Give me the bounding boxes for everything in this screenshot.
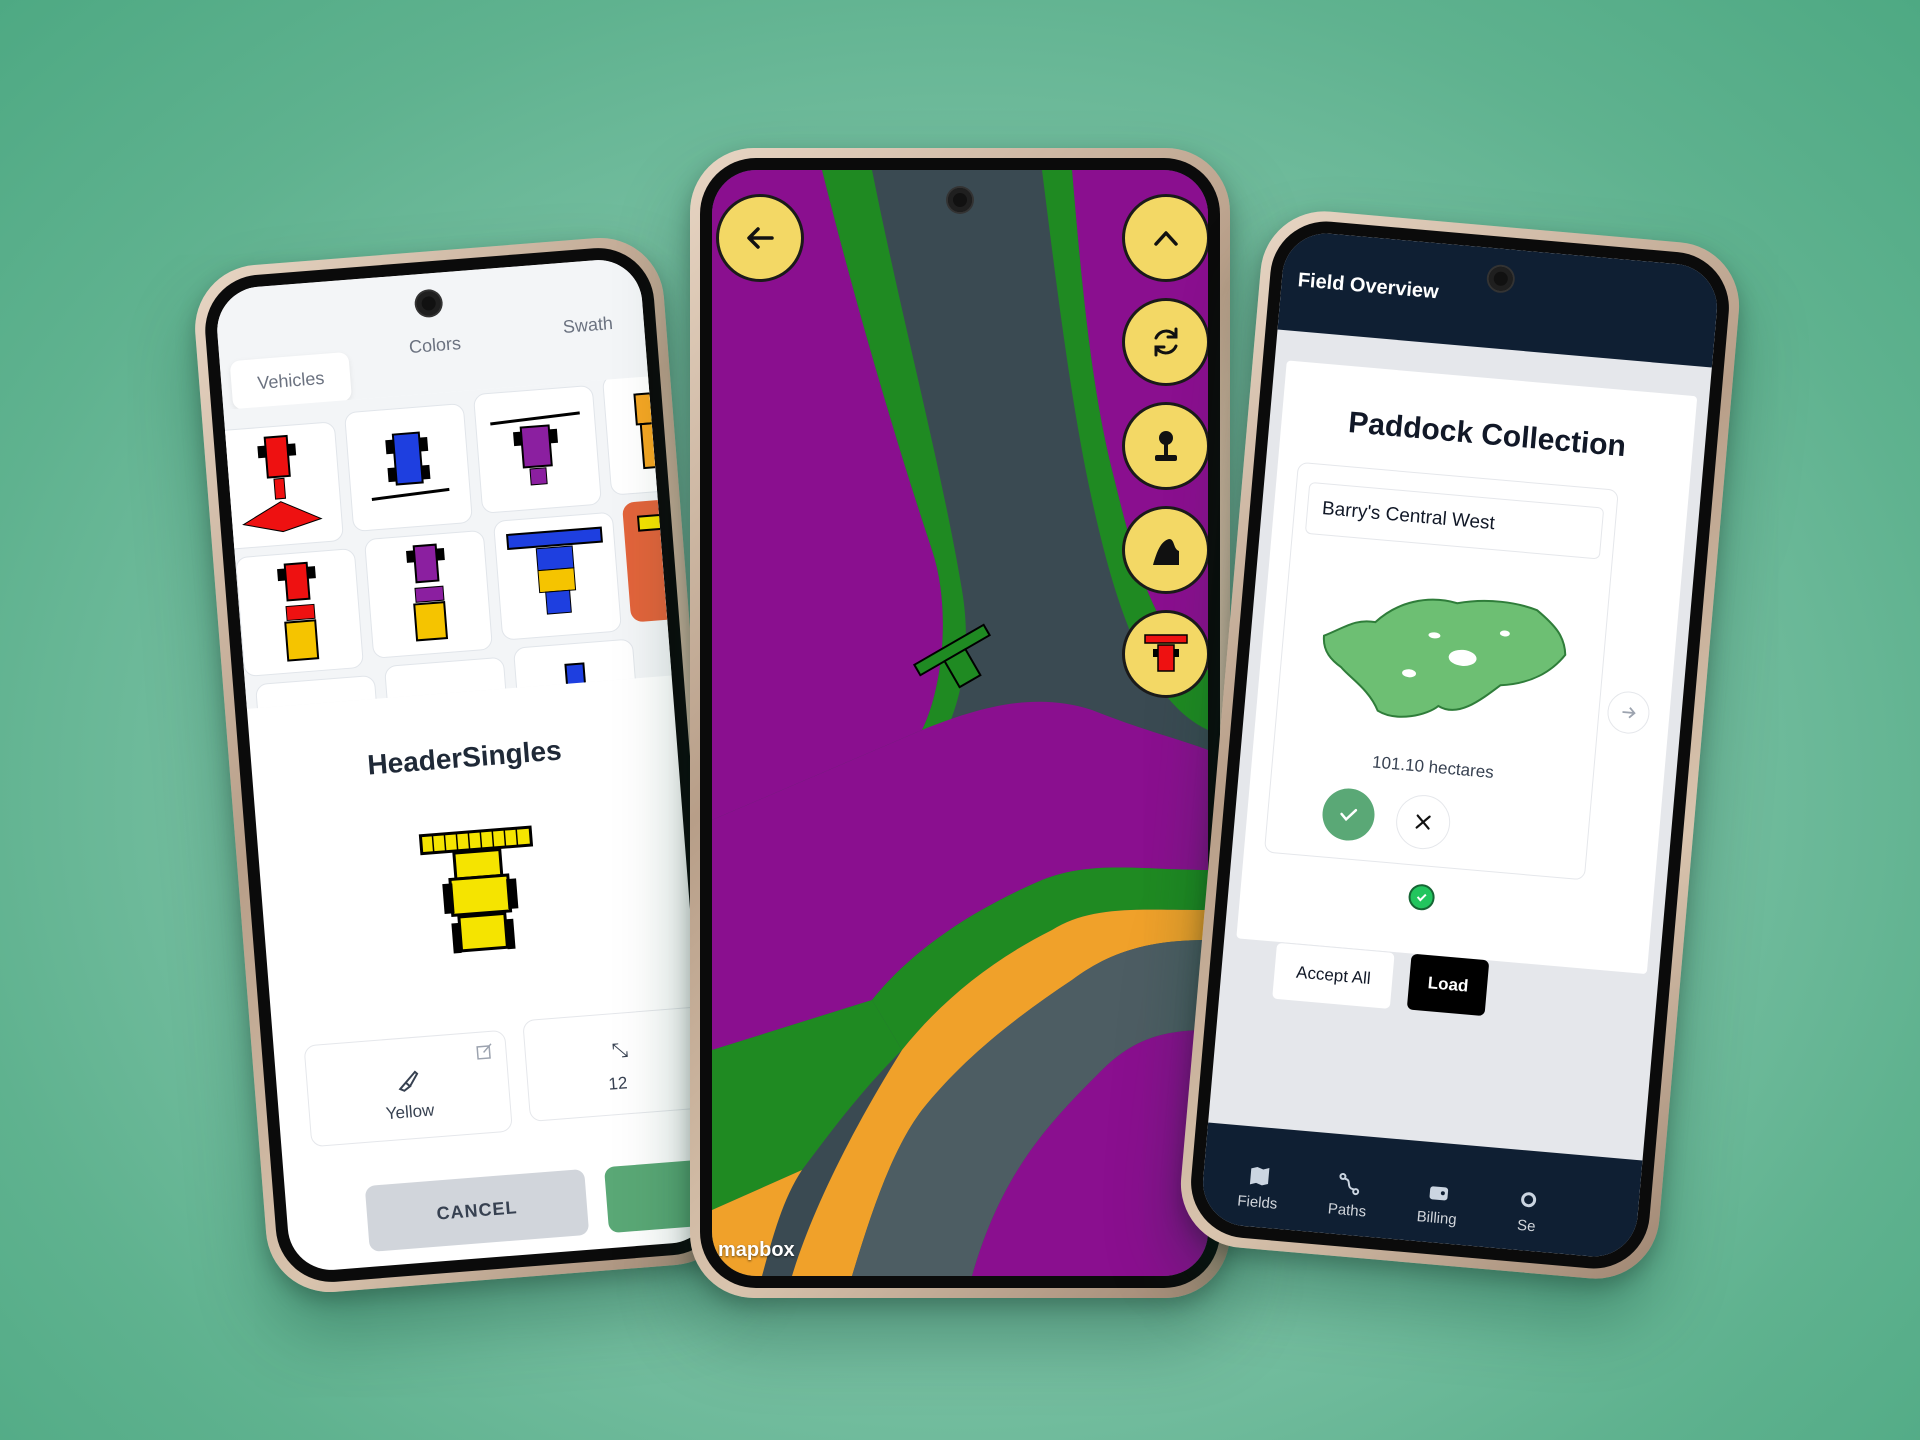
nav-settings-label: Se (1516, 1216, 1537, 1236)
accept-paddock-button[interactable] (1320, 786, 1377, 843)
paddock-area: 101.10 hectares (1371, 752, 1495, 783)
accepted-indicator (1407, 883, 1436, 912)
header-red-icon (398, 695, 496, 709)
joystick-icon (1155, 431, 1177, 461)
selected-vehicle-title: HeaderSingles (366, 734, 563, 781)
tractor-red-icon (242, 434, 323, 533)
nav-billing-label: Billing (1415, 1208, 1458, 1229)
nav-fields-label: Fields (1236, 1192, 1279, 1213)
size-value: 12 (607, 1073, 629, 1094)
vehicle-option[interactable] (223, 421, 345, 551)
route-icon (1339, 1172, 1360, 1196)
map-icon (1249, 1166, 1270, 1186)
wallet-icon (1429, 1186, 1449, 1201)
page-title: Field Overview (1296, 269, 1440, 304)
reject-paddock-button[interactable] (1393, 792, 1453, 852)
field-overview-screen: Field Overview Paddock Collection Barry'… (1199, 229, 1721, 1261)
phone-map-view: mapbox (690, 148, 1230, 1298)
check-icon (1416, 893, 1427, 902)
map-attribution[interactable]: mapbox (718, 1239, 795, 1262)
color-value: Yellow (385, 1100, 435, 1124)
map-screen: mapbox (712, 170, 1208, 1276)
nav-settings[interactable]: Se (1486, 1184, 1570, 1238)
vehicle-button[interactable] (1122, 610, 1208, 698)
tab-swath[interactable]: Swath (562, 313, 614, 338)
back-button[interactable] (716, 194, 804, 282)
color-card[interactable]: Yellow (303, 1029, 513, 1148)
nav-billing[interactable]: Billing (1396, 1176, 1480, 1230)
tractor-purple-cart-icon (406, 543, 449, 642)
collapse-button[interactable] (1122, 194, 1208, 282)
header-blue-icon (506, 526, 603, 615)
vehicle-option[interactable] (343, 402, 474, 533)
nav-paths[interactable]: Paths (1306, 1169, 1390, 1223)
arrow-right-icon (1622, 707, 1636, 719)
size-card[interactable]: ⤡ 12 (522, 1004, 717, 1122)
tractor-blue-icon (371, 431, 450, 501)
refresh-button[interactable] (1122, 298, 1208, 386)
next-arrow-button[interactable] (1605, 689, 1652, 736)
header-singles-preview-icon (418, 825, 534, 954)
accept-all-button[interactable]: Accept All (1271, 941, 1396, 1010)
panel-title: Paddock Collection (1347, 406, 1628, 464)
back-arrow-icon (747, 227, 774, 249)
curve-path-icon (1153, 539, 1179, 565)
vehicle-option[interactable] (383, 656, 514, 709)
joystick-button[interactable] (1122, 402, 1208, 490)
cancel-button[interactable]: CANCEL (364, 1168, 590, 1252)
paintbrush-icon (398, 1070, 419, 1092)
refresh-icon (1154, 327, 1178, 357)
vehicle-grid (223, 376, 672, 709)
vehicle-preview (256, 795, 695, 1008)
chevron-up-icon (1154, 231, 1178, 246)
edit-icon[interactable] (475, 1042, 494, 1061)
tractor-red-cart-icon (277, 561, 320, 662)
header-green-icon (267, 706, 361, 709)
path-button[interactable] (1122, 506, 1208, 594)
vehicle-icon (1144, 634, 1188, 672)
tractor-blue-small-icon (564, 662, 587, 690)
resize-icon: ⤡ (611, 1039, 629, 1063)
paddock-card[interactable]: Barry's Central West 101.10 hectares (1263, 461, 1619, 881)
load-button[interactable]: Load (1406, 953, 1490, 1017)
paddock-shape (1322, 598, 1567, 718)
vehicle-picker-screen: Vehicles Colors Swath HeaderSingles Yell… (213, 256, 717, 1274)
paddock-name: Barry's Central West (1304, 481, 1605, 560)
vehicle-option[interactable] (255, 674, 385, 709)
vehicle-option[interactable] (363, 529, 494, 659)
close-icon (1415, 814, 1431, 830)
gear-icon (1521, 1192, 1537, 1208)
vehicle-option[interactable] (492, 511, 622, 641)
front-camera (948, 188, 972, 212)
phone-field-overview: Field Overview Paddock Collection Barry'… (1175, 206, 1745, 1284)
check-icon (1340, 808, 1358, 822)
nav-paths-label: Paths (1327, 1200, 1367, 1221)
paddock-panel: Paddock Collection Barry's Central West … (1236, 360, 1698, 1017)
vehicle-option[interactable] (235, 547, 365, 678)
vehicle-option[interactable] (472, 384, 602, 514)
vehicle-option[interactable] (512, 638, 643, 709)
phone-vehicle-picker: Vehicles Colors Swath HeaderSingles Yell… (190, 233, 740, 1297)
nav-fields[interactable]: Fields (1217, 1161, 1301, 1215)
tab-colors[interactable]: Colors (408, 333, 462, 358)
tractor-purple-icon (490, 411, 580, 486)
